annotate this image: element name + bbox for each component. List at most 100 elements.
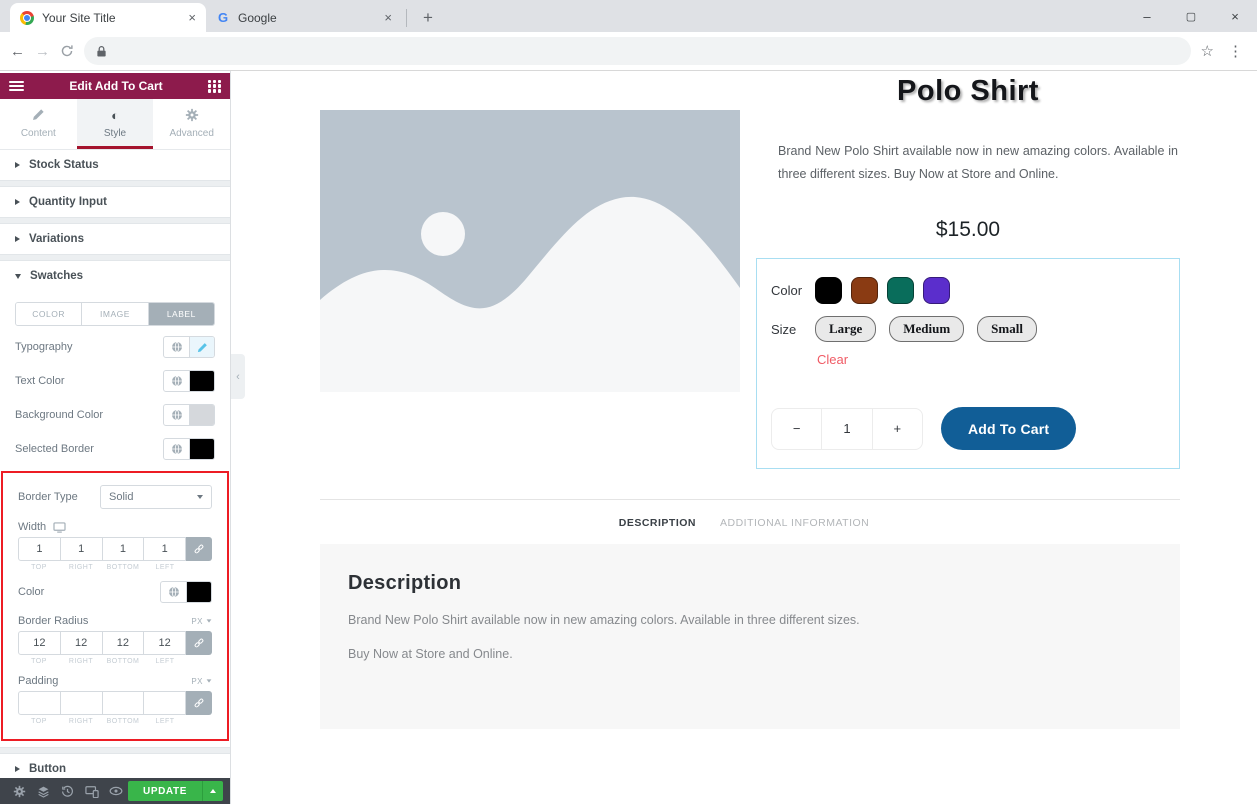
chevron-down-icon <box>197 495 203 499</box>
address-bar[interactable] <box>84 37 1191 65</box>
global-typography-icon[interactable] <box>164 337 189 357</box>
padding-bottom-input[interactable] <box>103 691 145 715</box>
size-option-medium[interactable]: Medium <box>889 316 964 342</box>
reload-icon[interactable] <box>60 44 74 58</box>
forward-icon[interactable]: → <box>35 43 50 60</box>
border-radius-left-input[interactable] <box>144 631 186 655</box>
section-swatches[interactable]: Swatches <box>0 261 230 291</box>
quantity-value[interactable]: 1 <box>821 409 871 449</box>
link-values-icon[interactable] <box>186 691 212 715</box>
product-placeholder-image <box>320 110 740 392</box>
color-variation-row: Color <box>771 277 1165 304</box>
border-width-bottom-input[interactable] <box>103 537 145 561</box>
section-variations[interactable]: Variations <box>0 224 230 254</box>
tab-content[interactable]: Content <box>0 99 77 149</box>
link-values-icon[interactable] <box>186 631 212 655</box>
color-swatch-brown[interactable] <box>851 277 878 304</box>
update-button[interactable]: UPDATE <box>128 781 202 801</box>
swatch-type-color[interactable]: COLOR <box>16 303 82 325</box>
add-to-cart-button[interactable]: Add To Cart <box>941 407 1076 450</box>
global-color-icon[interactable] <box>164 405 189 425</box>
minimize-button[interactable]: – <box>1125 9 1169 24</box>
responsive-mode-icon[interactable] <box>80 785 104 798</box>
padding-left-input[interactable] <box>144 691 186 715</box>
highlighted-border-settings: Border Type Solid Width <box>1 471 229 741</box>
bookmark-star-icon[interactable]: ☆ <box>1201 42 1214 60</box>
update-options-button[interactable] <box>202 781 223 801</box>
browser-tab-google[interactable]: G Google × <box>206 3 402 32</box>
unit-select-px[interactable]: PX <box>191 677 212 686</box>
global-color-icon[interactable] <box>164 371 189 391</box>
tab-description[interactable]: DESCRIPTION <box>619 517 696 529</box>
border-color-swatch[interactable] <box>186 582 211 602</box>
panel-header: Edit Add To Cart <box>0 73 230 99</box>
size-option-small[interactable]: Small <box>977 316 1037 342</box>
edit-typography-button[interactable] <box>189 337 214 357</box>
settings-gear-icon[interactable] <box>7 785 31 798</box>
menu-hamburger-icon[interactable] <box>9 81 24 91</box>
window-controls: – ▢ × <box>1125 0 1257 32</box>
border-type-select[interactable]: Solid <box>100 485 212 509</box>
color-swatch-purple[interactable] <box>923 277 950 304</box>
selected-border-swatch[interactable] <box>189 439 214 459</box>
padding-top-input[interactable] <box>18 691 61 715</box>
description-heading: Description <box>348 572 1152 595</box>
panel-title: Edit Add To Cart <box>24 79 208 93</box>
swatch-type-label[interactable]: LABEL <box>149 303 214 325</box>
maximize-button[interactable]: ▢ <box>1169 10 1213 23</box>
back-icon[interactable]: ← <box>10 43 25 60</box>
border-width-top-input[interactable] <box>18 537 61 561</box>
control-border-color: Color <box>3 575 227 609</box>
product-tabs: DESCRIPTION ADDITIONAL INFORMATION <box>231 500 1257 544</box>
padding-inputs <box>18 691 212 715</box>
color-swatch-black[interactable] <box>815 277 842 304</box>
color-swatch-teal[interactable] <box>887 277 914 304</box>
panel-sections: Stock Status Quantity Input Variations S… <box>0 150 230 778</box>
control-border-radius-header: Border Radius PX <box>3 609 227 631</box>
section-stock-status[interactable]: Stock Status <box>0 150 230 180</box>
control-typography: Typography <box>0 330 230 364</box>
close-button[interactable]: × <box>1213 9 1257 24</box>
section-quantity-input[interactable]: Quantity Input <box>0 187 230 217</box>
global-color-icon[interactable] <box>164 439 189 459</box>
quantity-decrease-button[interactable]: − <box>772 409 821 449</box>
border-radius-top-input[interactable] <box>18 631 61 655</box>
browser-tab-site[interactable]: Your Site Title × <box>10 3 206 32</box>
tab-advanced[interactable]: Advanced <box>153 99 230 149</box>
border-radius-bottom-input[interactable] <box>103 631 145 655</box>
browser-menu-icon[interactable]: ⋮ <box>1228 42 1243 60</box>
tab-close-icon[interactable]: × <box>188 10 196 25</box>
desktop-responsive-icon[interactable] <box>53 522 66 533</box>
browser-tab-strip: Your Site Title × G Google × + – ▢ × <box>0 0 1257 32</box>
control-text-color: Text Color <box>0 364 230 398</box>
tab-style[interactable]: ◐ Style <box>77 99 154 149</box>
control-width-header: Width <box>3 515 227 537</box>
tab-additional-information[interactable]: ADDITIONAL INFORMATION <box>720 517 869 529</box>
clear-link[interactable]: Clear <box>817 352 848 367</box>
section-button[interactable]: Button <box>0 754 230 778</box>
product-info-column: Polo Shirt Brand New Polo Shirt availabl… <box>756 75 1180 469</box>
border-width-right-input[interactable] <box>61 537 103 561</box>
border-width-left-input[interactable] <box>144 537 186 561</box>
text-color-swatch[interactable] <box>189 371 214 391</box>
navigator-layers-icon[interactable] <box>31 785 55 798</box>
tab-close-icon[interactable]: × <box>384 10 392 25</box>
size-option-large[interactable]: Large <box>815 316 876 342</box>
tab-label: Style <box>104 128 126 139</box>
background-color-swatch[interactable] <box>189 405 214 425</box>
tab-title: Your Site Title <box>42 11 180 25</box>
new-tab-button[interactable]: + <box>417 8 439 28</box>
preview-eye-icon[interactable] <box>104 785 128 797</box>
color-label: Color <box>771 283 815 298</box>
widgets-grid-icon[interactable] <box>208 80 221 93</box>
panel-collapse-handle[interactable]: ‹ <box>231 354 245 399</box>
link-values-icon[interactable] <box>186 537 212 561</box>
padding-right-input[interactable] <box>61 691 103 715</box>
border-radius-right-input[interactable] <box>61 631 103 655</box>
history-icon[interactable] <box>55 785 79 798</box>
quantity-increase-button[interactable]: + <box>872 409 922 449</box>
global-color-icon[interactable] <box>161 582 186 602</box>
unit-select-px[interactable]: PX <box>191 617 212 626</box>
tab-label: Advanced <box>169 128 213 139</box>
swatch-type-image[interactable]: IMAGE <box>82 303 148 325</box>
